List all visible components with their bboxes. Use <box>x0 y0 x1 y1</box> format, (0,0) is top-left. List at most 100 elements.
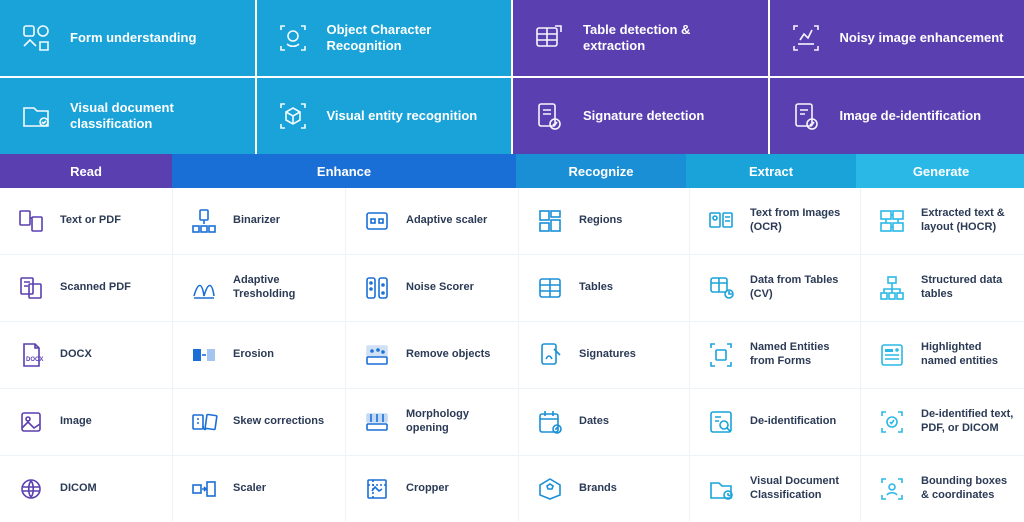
item-label: Bounding boxes & coordinates <box>921 475 1017 503</box>
list-item: Tables <box>519 255 689 321</box>
feature-table-detection: Table detection & extraction <box>513 0 768 76</box>
item-label: Brands <box>579 482 675 496</box>
cat-enhance: Enhance <box>172 154 516 188</box>
item-label: De-identified text, PDF, or DICOM <box>921 408 1017 436</box>
cropper-icon <box>360 472 394 506</box>
feature-ocr: Object Character Recognition <box>257 0 512 76</box>
tables-icon <box>533 271 567 305</box>
scanned-pdf-icon <box>14 271 48 305</box>
feature-visual-doc-classification: Visual document classification <box>0 78 255 154</box>
feature-visual-entity-recognition: Visual entity recognition <box>257 78 512 154</box>
category-header-row: Read Enhance Recognize Extract Generate <box>0 154 1024 188</box>
list-item: Dates <box>519 389 689 455</box>
feature-signature-detection: Signature detection <box>513 78 768 154</box>
dicom-icon <box>14 472 48 506</box>
item-label: De-identification <box>750 415 846 429</box>
item-label: Text from Images (OCR) <box>750 207 846 235</box>
feature-form-understanding: Form understanding <box>0 0 255 76</box>
morphology-icon <box>360 405 394 439</box>
item-label: Structured data tables <box>921 274 1017 302</box>
item-label: Regions <box>579 214 675 228</box>
erosion-icon <box>187 338 221 372</box>
classify-icon <box>20 100 52 132</box>
docx-icon: DOCX <box>14 338 48 372</box>
ocr-icon <box>704 204 738 238</box>
item-label: Morphology opening <box>406 408 504 436</box>
item-label: Extracted text & layout (HOCR) <box>921 207 1017 235</box>
list-item: Adaptive Tresholding <box>173 255 345 321</box>
item-label: DICOM <box>60 482 158 496</box>
list-item: Morphology opening <box>346 389 518 455</box>
deid-output-icon <box>875 405 909 439</box>
noise-scorer-icon <box>360 271 394 305</box>
regions-icon <box>533 204 567 238</box>
list-item: Binarizer <box>173 188 345 254</box>
item-label: Named Entities from Forms <box>750 341 846 369</box>
list-item: Scaler <box>173 456 345 522</box>
item-label: Signatures <box>579 348 675 362</box>
feature-label: Noisy image enhancement <box>840 30 1004 46</box>
item-label: DOCX <box>60 348 158 362</box>
list-item: DICOM <box>0 456 172 522</box>
item-label: Image <box>60 415 158 429</box>
dates-icon <box>533 405 567 439</box>
list-item: Text or PDF <box>0 188 172 254</box>
table-icon <box>533 22 565 54</box>
cat-extract: Extract <box>686 154 856 188</box>
highlight-icon <box>875 338 909 372</box>
list-item: Adaptive scaler <box>346 188 518 254</box>
cat-generate: Generate <box>856 154 1024 188</box>
item-label: Tables <box>579 281 675 295</box>
item-grid: Text or PDF Binarizer Adaptive scaler Re… <box>0 188 1024 522</box>
signatures-icon <box>533 338 567 372</box>
feature-label: Object Character Recognition <box>327 22 492 53</box>
structured-icon <box>875 271 909 305</box>
enhance-icon <box>790 22 822 54</box>
hocr-icon <box>875 204 909 238</box>
list-item: De-identified text, PDF, or DICOM <box>861 389 1024 455</box>
list-item: Erosion <box>173 322 345 388</box>
signature-icon <box>533 100 565 132</box>
item-label: Scanned PDF <box>60 281 158 295</box>
item-label: Scaler <box>233 482 331 496</box>
ocr-icon <box>277 22 309 54</box>
list-item: Regions <box>519 188 689 254</box>
list-item: Text from Images (OCR) <box>690 188 860 254</box>
item-label: Data from Tables (CV) <box>750 274 846 302</box>
item-label: Skew corrections <box>233 415 331 429</box>
list-item: Noise Scorer <box>346 255 518 321</box>
feature-label: Image de-identification <box>840 108 982 124</box>
cat-recognize: Recognize <box>516 154 686 188</box>
list-item: Bounding boxes & coordinates <box>861 456 1024 522</box>
item-label: Remove objects <box>406 348 504 362</box>
list-item: Image <box>0 389 172 455</box>
form-icon <box>20 22 52 54</box>
list-item: De-identification <box>690 389 860 455</box>
svg-text:DOCX: DOCX <box>26 357 43 363</box>
scaler-icon <box>187 472 221 506</box>
feature-label: Signature detection <box>583 108 704 124</box>
list-item: Cropper <box>346 456 518 522</box>
feature-label: Visual entity recognition <box>327 108 478 124</box>
vdc-icon <box>704 472 738 506</box>
list-item: Visual Document Classification <box>690 456 860 522</box>
binarizer-icon <box>187 204 221 238</box>
deid-icon <box>790 100 822 132</box>
cv-table-icon <box>704 271 738 305</box>
deid-icon <box>704 405 738 439</box>
remove-objects-icon <box>360 338 394 372</box>
list-item: Structured data tables <box>861 255 1024 321</box>
list-item: Named Entities from Forms <box>690 322 860 388</box>
feature-noisy-enhance: Noisy image enhancement <box>770 0 1024 76</box>
list-item: Extracted text & layout (HOCR) <box>861 188 1024 254</box>
item-label: Noise Scorer <box>406 281 504 295</box>
item-label: Visual Document Classification <box>750 475 846 503</box>
list-item: Signatures <box>519 322 689 388</box>
feature-label: Visual document classification <box>70 100 235 131</box>
skew-icon <box>187 405 221 439</box>
item-label: Erosion <box>233 348 331 362</box>
brands-icon <box>533 472 567 506</box>
item-label: Adaptive Tresholding <box>233 274 331 302</box>
bbox-icon <box>875 472 909 506</box>
adaptive-threshold-icon <box>187 271 221 305</box>
